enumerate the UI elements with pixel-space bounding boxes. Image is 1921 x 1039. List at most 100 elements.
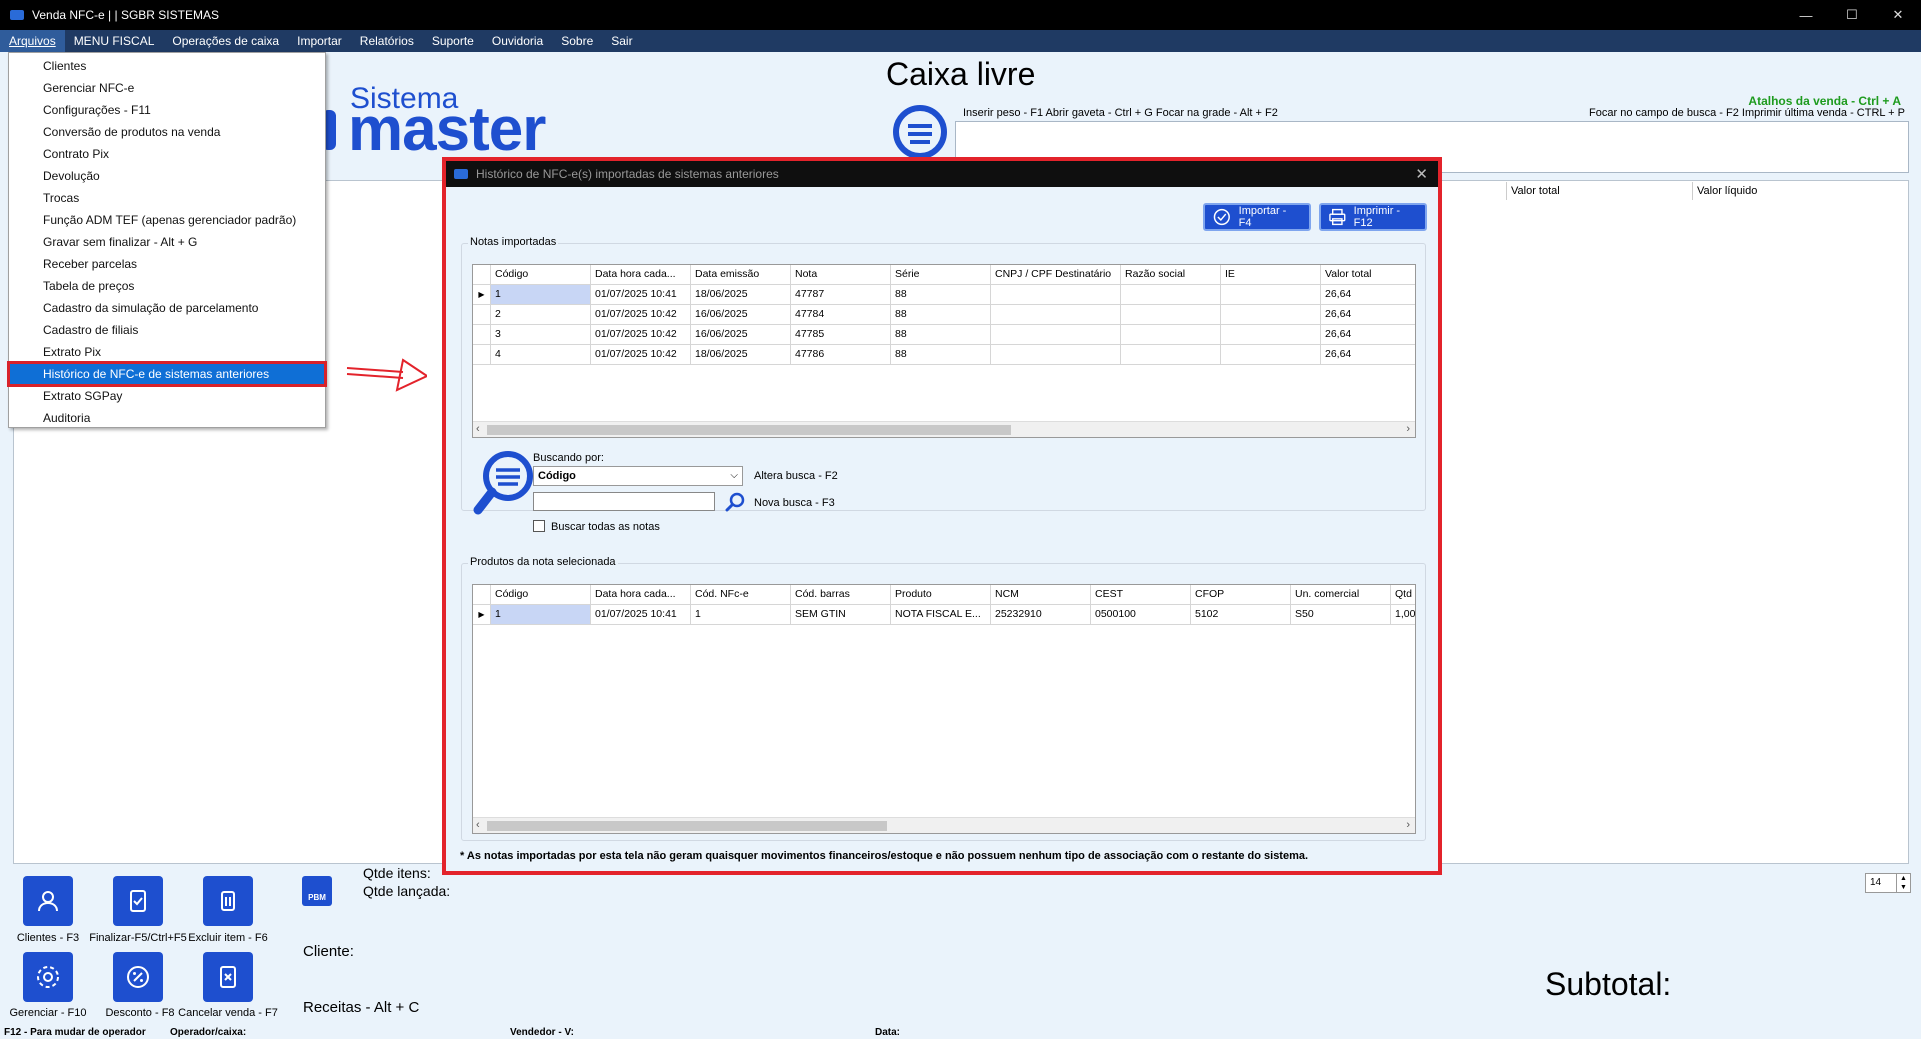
menu-item-auditoria[interactable]: Auditoria <box>9 407 325 429</box>
menu-operacoes-de-caixa[interactable]: Operações de caixa <box>163 30 288 52</box>
menu-item-clientes[interactable]: Clientes <box>9 55 325 77</box>
col-valor-total[interactable]: Valor total <box>1321 265 1415 285</box>
col-codigo[interactable]: Código <box>491 585 591 605</box>
table-row[interactable]: 3 01/07/2025 10:42 16/06/2025 47785 88 2… <box>473 325 1415 345</box>
menu-item-historico-nfce[interactable]: Histórico de NFC-e de sistemas anteriore… <box>7 361 327 387</box>
gerenciar-button[interactable] <box>23 952 73 1002</box>
minimize-button[interactable]: — <box>1783 0 1829 30</box>
col-ncm[interactable]: NCM <box>991 585 1091 605</box>
menu-item-cadastro-simulacao[interactable]: Cadastro da simulação de parcelamento <box>9 297 325 319</box>
cell-produto[interactable]: NOTA FISCAL E... <box>891 605 991 625</box>
clientes-button[interactable] <box>23 876 73 926</box>
imprimir-button[interactable]: Imprimir - F12 <box>1319 203 1427 231</box>
cell-codigo[interactable]: 3 <box>491 325 591 345</box>
col-data-hora[interactable]: Data hora cada... <box>591 585 691 605</box>
cell-codigo[interactable]: 1 <box>491 285 591 305</box>
scroll-left-icon[interactable]: ‹ <box>476 819 480 831</box>
scroll-thumb[interactable] <box>487 425 1011 435</box>
cell-codigo[interactable]: 4 <box>491 345 591 365</box>
nova-busca-search-icon[interactable] <box>724 491 746 513</box>
menu-item-funcao-adm-tef[interactable]: Função ADM TEF (apenas gerenciador padrã… <box>9 209 325 231</box>
notas-table[interactable]: Código Data hora cada... Data emissão No… <box>472 264 1416 438</box>
menu-sair[interactable]: Sair <box>602 30 641 52</box>
cell-data-hora[interactable]: 01/07/2025 10:42 <box>591 305 691 325</box>
col-cfop[interactable]: CFOP <box>1191 585 1291 605</box>
col-produto[interactable]: Produto <box>891 585 991 605</box>
cell-razao-social[interactable] <box>1121 345 1221 365</box>
col-ie[interactable]: IE <box>1221 265 1321 285</box>
cell-serie[interactable]: 88 <box>891 305 991 325</box>
cell-ie[interactable] <box>1221 285 1321 305</box>
menu-arquivos[interactable]: Arquivos <box>0 30 65 52</box>
menu-item-devolucao[interactable]: Devolução <box>9 165 325 187</box>
cell-razao-social[interactable] <box>1121 325 1221 345</box>
table-row[interactable]: ▶ 1 01/07/2025 10:41 1 SEM GTIN NOTA FIS… <box>473 605 1415 625</box>
cell-cnpj[interactable] <box>991 325 1121 345</box>
spinner-arrows[interactable]: ▲ ▼ <box>1896 874 1910 892</box>
cell-serie[interactable]: 88 <box>891 325 991 345</box>
importar-button[interactable]: Importar - F4 <box>1203 203 1311 231</box>
col-data-hora[interactable]: Data hora cada... <box>591 265 691 285</box>
cell-valor-total[interactable]: 26,64 <box>1321 285 1415 305</box>
col-codigo[interactable]: Código <box>491 265 591 285</box>
cell-cod-nfce[interactable]: 1 <box>691 605 791 625</box>
col-razao-social[interactable]: Razão social <box>1121 265 1221 285</box>
cell-valor-total[interactable]: 26,64 <box>1321 345 1415 365</box>
menu-item-receber-parcelas[interactable]: Receber parcelas <box>9 253 325 275</box>
cell-nota[interactable]: 47787 <box>791 285 891 305</box>
cell-data-hora[interactable]: 01/07/2025 10:42 <box>591 325 691 345</box>
cell-ie[interactable] <box>1221 305 1321 325</box>
menu-item-tabela-precos[interactable]: Tabela de preços <box>9 275 325 297</box>
close-window-button[interactable]: ✕ <box>1875 0 1921 30</box>
produtos-horizontal-scrollbar[interactable]: ‹ › <box>473 817 1415 833</box>
cell-data-hora[interactable]: 01/07/2025 10:42 <box>591 345 691 365</box>
menu-importar[interactable]: Importar <box>288 30 351 52</box>
scroll-left-icon[interactable]: ‹ <box>476 423 480 435</box>
col-serie[interactable]: Série <box>891 265 991 285</box>
scroll-right-icon[interactable]: › <box>1406 819 1410 831</box>
menu-item-conversao-produtos[interactable]: Conversão de produtos na venda <box>9 121 325 143</box>
menu-suporte[interactable]: Suporte <box>423 30 483 52</box>
produtos-table[interactable]: Código Data hora cada... Cód. NFc-e Cód.… <box>472 584 1416 834</box>
cell-data-hora[interactable]: 01/07/2025 10:41 <box>591 605 691 625</box>
cell-data-hora[interactable]: 01/07/2025 10:41 <box>591 285 691 305</box>
cell-razao-social[interactable] <box>1121 305 1221 325</box>
menu-item-configuracoes[interactable]: Configurações - F11 <box>9 99 325 121</box>
buscando-por-select[interactable]: Código ⌵ <box>533 466 743 486</box>
menu-item-gravar-sem-finalizar[interactable]: Gravar sem finalizar - Alt + G <box>9 231 325 253</box>
table-row[interactable]: ▶ 1 01/07/2025 10:41 18/06/2025 47787 88… <box>473 285 1415 305</box>
menu-menu-fiscal[interactable]: MENU FISCAL <box>65 30 164 52</box>
cell-cest[interactable]: 0500100 <box>1091 605 1191 625</box>
cell-serie[interactable]: 88 <box>891 345 991 365</box>
cell-data-emissao[interactable]: 16/06/2025 <box>691 325 791 345</box>
cell-cfop[interactable]: 5102 <box>1191 605 1291 625</box>
cell-valor-total[interactable]: 26,64 <box>1321 325 1415 345</box>
menu-item-cadastro-filiais[interactable]: Cadastro de filiais <box>9 319 325 341</box>
cell-ncm[interactable]: 25232910 <box>991 605 1091 625</box>
scroll-right-icon[interactable]: › <box>1406 423 1410 435</box>
cell-nota[interactable]: 47786 <box>791 345 891 365</box>
cell-cod-barras[interactable]: SEM GTIN <box>791 605 891 625</box>
cell-nota[interactable]: 47785 <box>791 325 891 345</box>
cell-cnpj[interactable] <box>991 345 1121 365</box>
desconto-button[interactable] <box>113 952 163 1002</box>
col-cnpj[interactable]: CNPJ / CPF Destinatário <box>991 265 1121 285</box>
col-cest[interactable]: CEST <box>1091 585 1191 605</box>
col-data-emissao[interactable]: Data emissão <box>691 265 791 285</box>
cell-data-emissao[interactable]: 16/06/2025 <box>691 305 791 325</box>
font-size-spinner[interactable]: 14 ▲ ▼ <box>1865 873 1911 893</box>
table-row[interactable]: 4 01/07/2025 10:42 18/06/2025 47786 88 2… <box>473 345 1415 365</box>
menu-relatorios[interactable]: Relatórios <box>351 30 423 52</box>
cell-serie[interactable]: 88 <box>891 285 991 305</box>
menu-item-extrato-pix[interactable]: Extrato Pix <box>9 341 325 363</box>
cancelar-venda-button[interactable] <box>203 952 253 1002</box>
excluir-item-button[interactable] <box>203 876 253 926</box>
col-cod-nfce[interactable]: Cód. NFc-e <box>691 585 791 605</box>
menu-ouvidoria[interactable]: Ouvidoria <box>483 30 552 52</box>
menu-sobre[interactable]: Sobre <box>552 30 602 52</box>
cell-codigo[interactable]: 1 <box>491 605 591 625</box>
maximize-button[interactable]: ☐ <box>1829 0 1875 30</box>
pbm-button[interactable]: PBM <box>302 876 332 906</box>
cell-ie[interactable] <box>1221 325 1321 345</box>
cell-qtd[interactable]: 1,00 <box>1391 605 1415 625</box>
